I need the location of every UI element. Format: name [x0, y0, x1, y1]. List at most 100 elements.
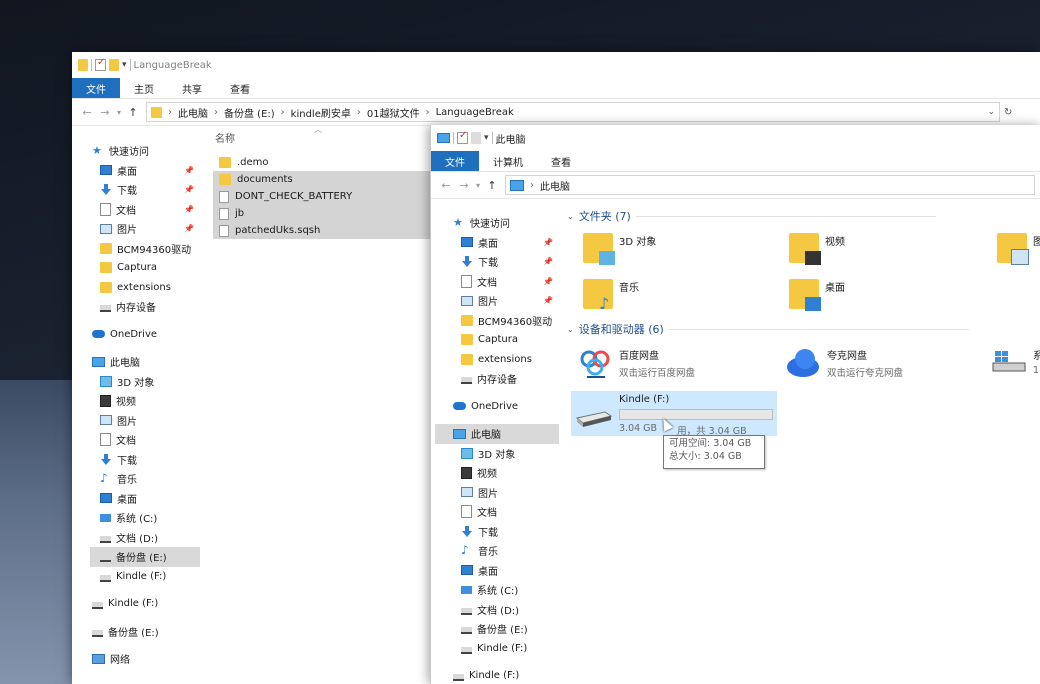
sidebar-item[interactable]: 3D 对象	[90, 372, 200, 392]
folders-section-header[interactable]: ⌄ 文件夹 (7)	[567, 208, 936, 224]
devices-section-header[interactable]: ⌄ 设备和驱动器 (6)	[567, 321, 969, 337]
file-row[interactable]: patchedUks.sqsh	[213, 222, 433, 239]
sidebar-item[interactable]: ♪ 音乐	[90, 469, 200, 489]
sidebar-item[interactable]: 视频	[90, 391, 200, 411]
folder-tile-desktop[interactable]: 桌面	[789, 279, 845, 311]
explorer-window-this-pc[interactable]: ▾ 此电脑 文件 计算机 查看 ← → ▾ ↑ › 此电脑 ★快速访问桌面📌下载…	[430, 125, 1040, 684]
title-bar[interactable]: ▾ 此电脑	[431, 125, 1040, 151]
device-tile-kindle[interactable]: Kindle (F:) 3.04 GB 用，共 3.04 GB	[571, 391, 777, 437]
folder-tile-music[interactable]: ♪ 音乐	[583, 279, 639, 312]
recent-dropdown-icon[interactable]: ▾	[473, 181, 483, 190]
sidebar-item[interactable]: Captura	[90, 258, 200, 278]
sidebar-item[interactable]: BCM94360驱动	[435, 311, 559, 331]
sidebar-item[interactable]: 下载 📌	[90, 180, 200, 200]
column-header-name[interactable]: 名称	[215, 130, 235, 145]
sidebar-item[interactable]: 桌面	[435, 561, 559, 581]
breadcrumb-this-pc[interactable]: 此电脑	[540, 178, 570, 193]
back-arrow-icon[interactable]: ←	[437, 179, 455, 192]
sidebar-item[interactable]: 此电脑	[90, 352, 200, 372]
sidebar-item[interactable]: 3D 对象	[435, 444, 559, 464]
pin-icon[interactable]: 📌	[184, 224, 194, 233]
tab-file[interactable]: 文件	[431, 151, 479, 171]
sidebar-item[interactable]: 备份盘 (E:)	[90, 622, 200, 642]
sidebar-item[interactable]: 下载	[90, 450, 200, 470]
up-arrow-icon[interactable]: ↑	[124, 106, 142, 119]
pin-icon[interactable]: 📌	[184, 166, 194, 175]
sidebar-item[interactable]: Kindle (F:)	[90, 567, 200, 587]
quick-access-dropdown-icon[interactable]: ▾	[484, 133, 489, 143]
breadcrumb-backup-drive[interactable]: 备份盘 (E:)	[224, 105, 275, 120]
sidebar-item[interactable]: 内存设备	[435, 369, 559, 389]
sidebar-item[interactable]: OneDrive	[435, 397, 559, 417]
device-tile-quark[interactable]: 夸克网盘 双击运行夸克网盘	[785, 347, 903, 379]
sidebar-item[interactable]: Kindle (F:)	[90, 594, 200, 614]
sidebar-item[interactable]: Kindle (F:)	[435, 666, 559, 684]
address-bar[interactable]: › 此电脑	[505, 175, 1035, 195]
file-row[interactable]: jb	[213, 205, 433, 222]
breadcrumb-jailbreak[interactable]: 01越狱文件	[367, 105, 420, 120]
sidebar-item[interactable]: 桌面 📌	[90, 161, 200, 181]
pin-icon[interactable]: 📌	[543, 238, 553, 247]
sidebar-item[interactable]: 系统 (C:)	[435, 580, 559, 600]
pin-icon[interactable]: 📌	[184, 185, 194, 194]
up-arrow-icon[interactable]: ↑	[483, 179, 501, 192]
folder-tile-3d-objects[interactable]: 3D 对象	[583, 233, 656, 265]
sidebar-item[interactable]: 视频	[435, 463, 559, 483]
folder-tile-pictures[interactable]: 图	[997, 233, 1040, 265]
pin-icon[interactable]: 📌	[543, 257, 553, 266]
sidebar-item[interactable]: 图片	[90, 411, 200, 431]
new-folder-icon[interactable]	[109, 59, 119, 71]
tab-view[interactable]: 查看	[216, 78, 264, 98]
file-row[interactable]: .demo	[213, 154, 433, 171]
forward-arrow-icon[interactable]: →	[96, 106, 114, 119]
forward-arrow-icon[interactable]: →	[455, 179, 473, 192]
recent-dropdown-icon[interactable]: ▾	[114, 108, 124, 117]
sidebar-item[interactable]: 文档 (D:)	[435, 600, 559, 620]
sidebar-item[interactable]: Kindle (F:)	[435, 639, 559, 659]
sidebar-item[interactable]: 图片 📌	[90, 219, 200, 239]
sidebar-item[interactable]: OneDrive	[90, 325, 200, 345]
breadcrumb-languagebreak[interactable]: LanguageBreak	[436, 107, 514, 118]
sidebar-item[interactable]: 文档 📌	[435, 272, 559, 292]
tab-view[interactable]: 查看	[537, 151, 585, 171]
address-dropdown-icon[interactable]: ⌄	[987, 107, 995, 117]
sidebar-item[interactable]: 下载 📌	[435, 252, 559, 272]
pin-icon[interactable]: 📌	[543, 277, 553, 286]
sidebar-item[interactable]: 下载	[435, 522, 559, 542]
tab-file[interactable]: 文件	[72, 78, 120, 98]
sidebar-item[interactable]: BCM94360驱动	[90, 239, 200, 259]
sidebar-item[interactable]: 桌面 📌	[435, 233, 559, 253]
sidebar-item[interactable]: ★ 快速访问	[90, 141, 200, 161]
sidebar-item[interactable]: 桌面	[90, 489, 200, 509]
properties-icon[interactable]	[457, 130, 468, 144]
sidebar-item[interactable]: 备份盘 (E:)	[90, 547, 200, 567]
sidebar-item[interactable]: 内存设备	[90, 297, 200, 317]
pin-icon[interactable]: 📌	[543, 296, 553, 305]
sidebar-item[interactable]: 文档	[435, 502, 559, 522]
device-tile-baidu[interactable]: 百度网盘 双击运行百度网盘	[579, 347, 695, 379]
refresh-icon[interactable]: ↻	[1004, 107, 1012, 118]
quick-access-dropdown-icon[interactable]: ▾	[122, 60, 127, 70]
address-bar[interactable]: › 此电脑 › 备份盘 (E:) › kindle刷安卓 › 01越狱文件 › …	[146, 102, 1000, 122]
undo-icon[interactable]	[471, 132, 481, 144]
sidebar-item[interactable]: extensions	[435, 350, 559, 370]
title-bar[interactable]: ▾ LanguageBreak	[72, 52, 1040, 78]
sidebar-item[interactable]: ♪ 音乐	[435, 541, 559, 561]
sidebar-item[interactable]: 文档 📌	[90, 200, 200, 220]
breadcrumb-kindle[interactable]: kindle刷安卓	[291, 105, 351, 120]
back-arrow-icon[interactable]: ←	[78, 106, 96, 119]
sidebar-item[interactable]: 图片	[435, 483, 559, 503]
file-row[interactable]: documents	[213, 171, 433, 188]
sidebar-item[interactable]: 图片 📌	[435, 291, 559, 311]
pin-icon[interactable]: 📌	[184, 205, 194, 214]
folder-tile-videos[interactable]: 视频	[789, 233, 845, 265]
breadcrumb-this-pc[interactable]: 此电脑	[178, 105, 208, 120]
sidebar-item[interactable]: 系统 (C:)	[90, 508, 200, 528]
properties-icon[interactable]	[95, 57, 106, 71]
sidebar-item[interactable]: Captura	[435, 330, 559, 350]
device-tile-system[interactable]: 系 1	[991, 347, 1040, 377]
tab-share[interactable]: 共享	[168, 78, 216, 98]
sidebar-item[interactable]: extensions	[90, 278, 200, 298]
sidebar-item[interactable]: 网络	[90, 649, 200, 669]
tab-home[interactable]: 主页	[120, 78, 168, 98]
